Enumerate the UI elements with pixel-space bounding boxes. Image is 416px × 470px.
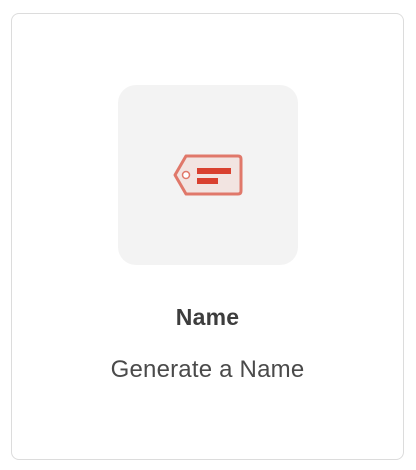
name-tag-icon [173, 154, 243, 196]
name-generator-card[interactable]: Name Generate a Name [11, 13, 404, 460]
icon-tile [118, 85, 298, 265]
card-subtitle: Generate a Name [110, 356, 305, 383]
card-title: Name [175, 304, 240, 330]
